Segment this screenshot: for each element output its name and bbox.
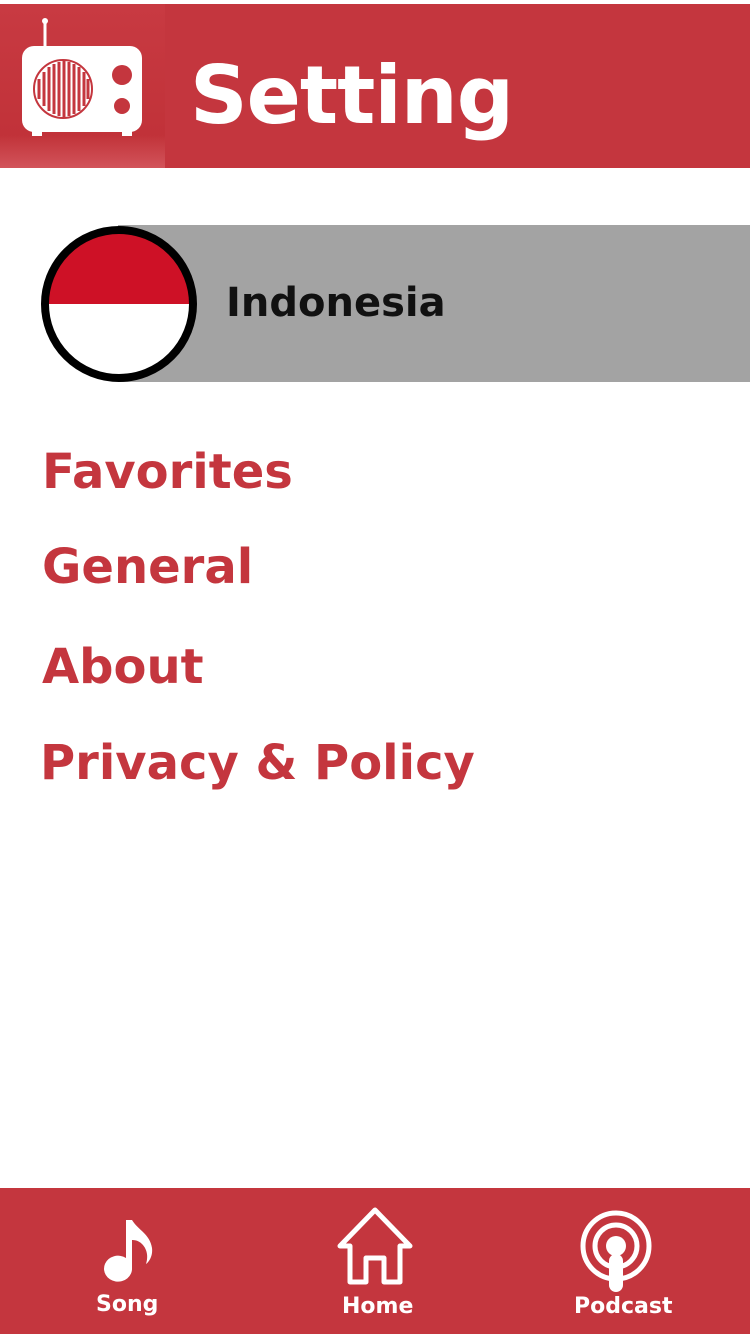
home-icon: [337, 1207, 413, 1285]
menu-item-favorites[interactable]: Favorites: [42, 442, 293, 502]
app-logo: [0, 4, 165, 168]
podcast-icon: [580, 1210, 652, 1292]
radio-icon: [22, 18, 142, 136]
nav-label-podcast: Podcast: [574, 1294, 673, 1319]
indonesia-flag-icon: [41, 226, 197, 382]
menu-item-about[interactable]: About: [42, 637, 204, 697]
nav-item-podcast[interactable]: Podcast: [566, 1188, 676, 1334]
music-note-icon: [104, 1220, 153, 1282]
nav-item-song[interactable]: Song: [70, 1188, 180, 1334]
bottom-nav: Song Home Podcast: [0, 1188, 750, 1334]
menu-item-privacy-policy[interactable]: Privacy & Policy: [40, 733, 475, 793]
nav-label-song: Song: [96, 1292, 159, 1317]
nav-item-home[interactable]: Home: [320, 1188, 430, 1334]
page-title: Setting: [190, 49, 514, 142]
country-selector[interactable]: Indonesia: [0, 225, 750, 382]
country-name: Indonesia: [226, 280, 446, 326]
nav-label-home: Home: [342, 1294, 414, 1319]
menu-item-general[interactable]: General: [42, 537, 253, 597]
app-header: Setting: [0, 4, 750, 168]
